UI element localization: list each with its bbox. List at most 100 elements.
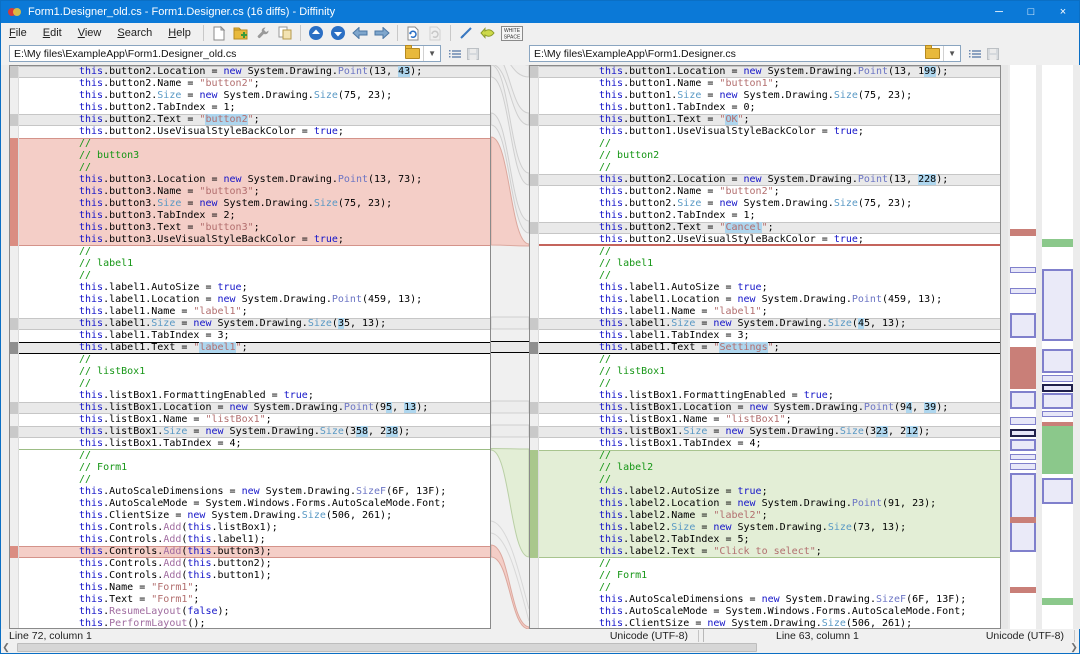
left-overview-minimap[interactable] [1010,65,1036,629]
minimap-box-block[interactable] [1042,269,1073,341]
merge-icon[interactable] [478,24,498,42]
code-line[interactable]: this.button2.UseVisualStyleBackColor = t… [530,234,1000,246]
code-line[interactable]: this.label1.AutoSize = true; [530,282,1000,294]
code-line[interactable]: this.label1.Location = new System.Drawin… [530,294,1000,306]
code-line[interactable]: this.label1.Size = new System.Drawing.Si… [10,318,490,330]
code-line[interactable]: this.AutoScaleMode = System.Windows.Form… [10,498,490,510]
minimap-red-block[interactable] [1010,347,1036,389]
right-view-options-icon[interactable] [967,46,983,61]
code-line[interactable]: // [10,270,490,282]
copy-to-right-icon[interactable] [372,24,392,42]
code-line[interactable]: this.listBox1.FormattingEnabled = true; [10,390,490,402]
minimap-cur-block[interactable] [1010,429,1036,437]
code-line[interactable]: // Form1 [10,462,490,474]
code-line[interactable]: this.AutoScaleMode = System.Windows.Form… [530,606,1000,618]
code-line[interactable]: this.button1.TabIndex = 0; [530,102,1000,114]
minimap-box-block[interactable] [1010,313,1036,338]
code-line[interactable]: this.Controls.Add(this.button1); [10,570,490,582]
code-line[interactable]: this.Name = "Form1"; [10,582,490,594]
reload-file-icon[interactable] [403,24,423,42]
code-line[interactable]: this.listBox1.TabIndex = 4; [530,438,1000,450]
maximize-button[interactable]: □ [1015,1,1047,23]
right-overview-minimap[interactable] [1042,65,1073,629]
left-code-pane[interactable]: this.button2.Location = new System.Drawi… [9,65,491,629]
minimap-red-block[interactable] [1010,587,1036,593]
code-line[interactable]: // [530,354,1000,366]
scrollbar-thumb[interactable] [17,643,757,652]
code-line[interactable]: // label1 [10,258,490,270]
minimap-chg-block[interactable] [1010,288,1036,294]
code-line[interactable]: this.listBox1.Size = new System.Drawing.… [10,426,490,438]
overview-scroll-strip[interactable] [1001,65,1008,629]
code-line[interactable]: this.AutoScaleDimensions = new System.Dr… [530,594,1000,606]
title-bar[interactable]: Form1.Designer_old.cs - Form1.Designer.c… [1,1,1079,23]
code-line[interactable]: this.button1.Location = new System.Drawi… [530,66,1000,78]
code-line[interactable]: this.PerformLayout(); [10,618,490,629]
code-line[interactable]: this.button1.UseVisualStyleBackColor = t… [530,126,1000,138]
menu-item-file[interactable]: File [1,25,35,41]
minimap-chg-block[interactable] [1010,454,1036,460]
browse-folder-icon[interactable] [925,48,940,59]
minimap-green-block[interactable] [1042,239,1073,247]
left-save-icon[interactable] [465,46,481,61]
menu-item-help[interactable]: Help [160,25,199,41]
code-line[interactable]: this.button3.TabIndex = 2; [10,210,490,222]
code-line[interactable]: // label2 [530,462,1000,474]
code-line[interactable]: this.button1.Name = "button1"; [530,78,1000,90]
minimap-chg-block[interactable] [1010,267,1036,273]
minimap-chg-block[interactable] [1042,375,1073,382]
minimap-box-block[interactable] [1042,349,1073,373]
reload-file-disabled-icon[interactable] [425,24,445,42]
code-line[interactable]: this.listBox1.FormattingEnabled = true; [530,390,1000,402]
code-line[interactable]: this.ClientSize = new System.Drawing.Siz… [530,618,1000,629]
code-line[interactable]: this.label1.AutoSize = true; [10,282,490,294]
minimap-box-block[interactable] [1010,473,1036,552]
code-line[interactable]: this.button3.UseVisualStyleBackColor = t… [10,234,490,246]
scroll-left-arrow[interactable]: ❮ [1,642,11,653]
menu-item-search[interactable]: Search [109,25,160,41]
code-line[interactable]: // label1 [530,258,1000,270]
code-line[interactable]: this.listBox1.Name = "listBox1"; [10,414,490,426]
minimap-green-block[interactable] [1042,598,1073,605]
code-line[interactable]: this.label1.Text = "label1"; [10,342,490,354]
scroll-right-arrow[interactable]: ❯ [1069,642,1079,653]
code-line[interactable]: this.listBox1.Location = new System.Draw… [10,402,490,414]
code-line[interactable]: this.Controls.Add(this.listBox1); [10,522,490,534]
code-line[interactable]: // [530,558,1000,570]
code-line[interactable]: this.Controls.Add(this.button3); [10,546,490,558]
code-line[interactable]: this.label1.Text = "Settings"; [530,342,1000,354]
code-line[interactable]: this.label2.Name = "label2"; [530,510,1000,522]
new-comparison-icon[interactable] [209,24,229,42]
code-line[interactable]: this.button1.Size = new System.Drawing.S… [530,90,1000,102]
right-file-path-input[interactable] [530,48,925,60]
code-line[interactable]: this.Controls.Add(this.button2); [10,558,490,570]
minimap-box-block[interactable] [1010,439,1036,451]
left-view-options-icon[interactable] [447,46,463,61]
code-line[interactable]: this.button3.Size = new System.Drawing.S… [10,198,490,210]
code-line[interactable]: this.label1.Name = "label1"; [10,306,490,318]
code-line[interactable]: this.ClientSize = new System.Drawing.Siz… [10,510,490,522]
code-line[interactable]: // listBox1 [530,366,1000,378]
right-code-pane[interactable]: this.button1.Location = new System.Drawi… [529,65,1001,629]
code-line[interactable]: this.label1.Location = new System.Drawin… [10,294,490,306]
code-line[interactable]: this.button2.TabIndex = 1; [530,210,1000,222]
left-file-path-input[interactable] [10,48,405,60]
code-line[interactable]: this.listBox1.Name = "listBox1"; [530,414,1000,426]
code-line[interactable]: this.label1.Size = new System.Drawing.Si… [530,318,1000,330]
minimap-green-block[interactable] [1042,426,1073,474]
minimap-box-block[interactable] [1042,478,1073,504]
code-line[interactable]: // [530,162,1000,174]
code-line[interactable]: // [530,246,1000,258]
code-line[interactable]: this.button2.Text = "Cancel"; [530,222,1000,234]
minimap-red-block[interactable] [1010,517,1036,523]
code-line[interactable]: // [530,474,1000,486]
scrollbar-track[interactable] [11,643,1069,652]
code-line[interactable]: this.button2.UseVisualStyleBackColor = t… [10,126,490,138]
code-line[interactable]: this.button2.Text = "button2"; [10,114,490,126]
code-line[interactable]: // [530,270,1000,282]
code-line[interactable]: this.label2.Size = new System.Drawing.Si… [530,522,1000,534]
code-line[interactable]: // [10,450,490,462]
code-line[interactable]: // Form1 [530,570,1000,582]
code-line[interactable]: this.label2.Text = "Click to select"; [530,546,1000,558]
code-line[interactable]: // [530,582,1000,594]
